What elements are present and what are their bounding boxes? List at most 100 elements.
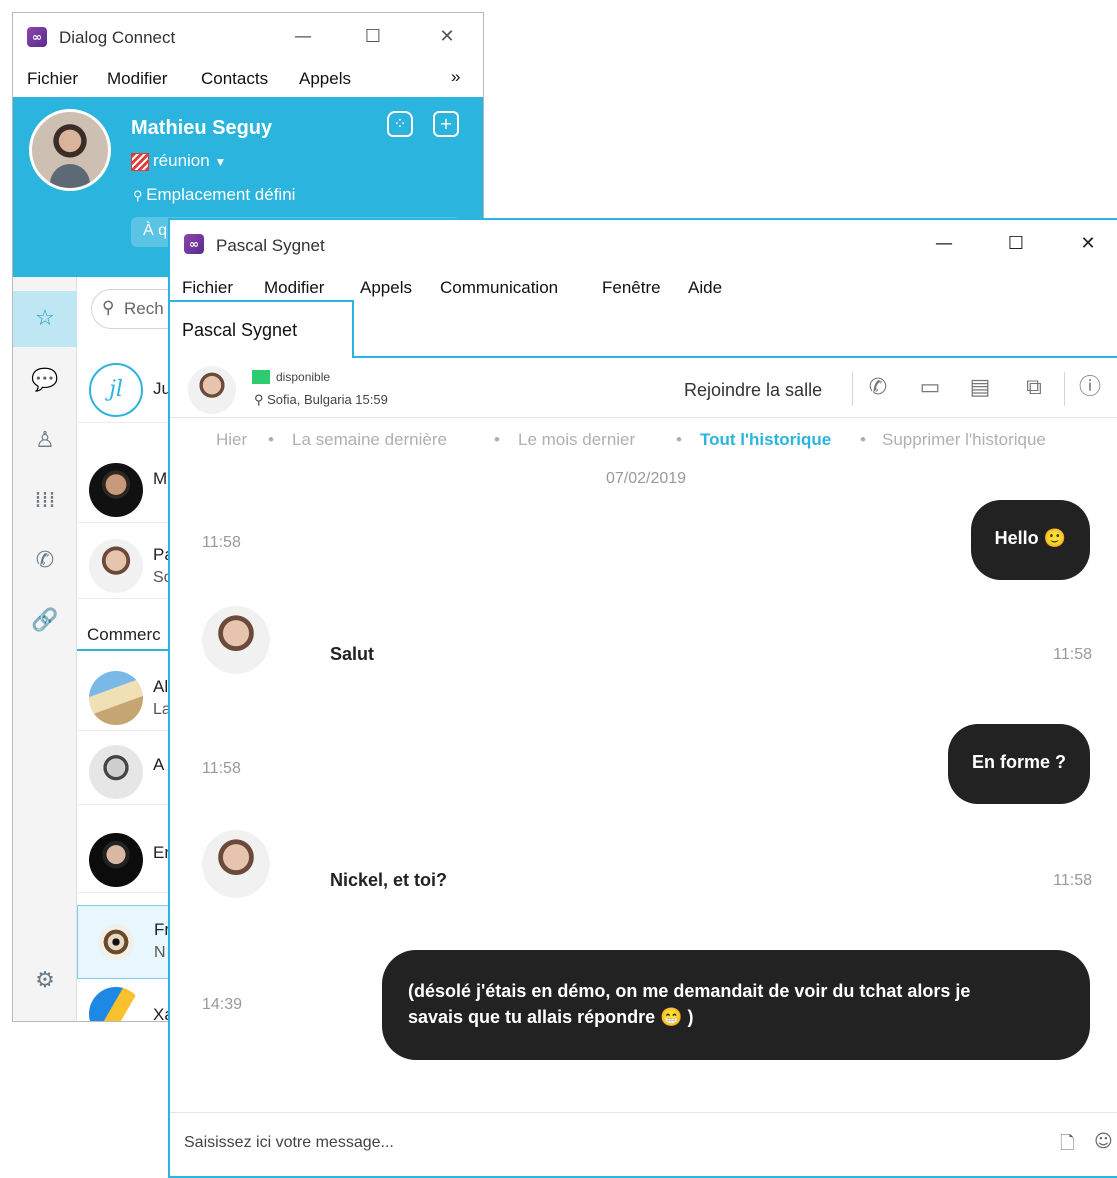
dialpad-panel-icon[interactable]: ▤	[966, 374, 994, 402]
group-label[interactable]: Commerc	[87, 625, 161, 645]
contacts-person-icon[interactable]: ♙	[13, 413, 77, 469]
attach-file-icon[interactable]: 🗋	[1060, 1131, 1074, 1161]
location-pin-icon: ⚲	[133, 188, 147, 203]
building-icon[interactable]: ⁘	[387, 111, 413, 137]
menu-fichier[interactable]: Fichier	[27, 69, 78, 89]
message-line: (désolé j'étais en démo, on me demandait…	[408, 981, 971, 1001]
header-divider	[1064, 372, 1065, 406]
message-time: 11:58	[1053, 646, 1092, 663]
filter-separator: •	[268, 430, 274, 449]
incoming-message[interactable]: Salut	[330, 644, 374, 665]
message-time: 14:39	[202, 996, 243, 1013]
contact-avatar	[89, 539, 143, 593]
status-label: réunion	[153, 151, 210, 170]
sidebar-rail: ☆ 💬 ♙ ⁞⁞⁞ ✆ 🔗 ⚙	[13, 277, 77, 1021]
call-history-icon[interactable]: ✆	[13, 533, 77, 589]
join-room-button[interactable]: Rejoindre la salle	[684, 380, 822, 401]
contact-location-label: Sofia, Bulgaria 15:59	[267, 392, 388, 407]
location-pin-icon: ⚲	[254, 392, 268, 407]
outgoing-message-bubble[interactable]: (désolé j'étais en démo, on me demandait…	[382, 950, 1090, 1060]
minimize-icon[interactable]: —	[291, 27, 315, 47]
close-icon[interactable]: ✕	[435, 27, 459, 47]
menu-contacts[interactable]: Contacts	[201, 69, 268, 89]
header-divider	[852, 372, 853, 406]
message-time: 11:58	[202, 760, 241, 777]
filter-separator: •	[860, 430, 866, 449]
message-line: savais que tu allais répondre 😁 )	[408, 1007, 694, 1027]
filter-tout-historique[interactable]: Tout l'historique	[700, 430, 831, 450]
filter-separator: •	[494, 430, 500, 449]
chat-window-title: Pascal Sygnet	[216, 236, 325, 255]
available-status-icon	[252, 370, 270, 384]
user-avatar[interactable]	[29, 109, 111, 191]
message-time: 11:58	[1053, 872, 1092, 889]
close-icon[interactable]: ✕	[1076, 234, 1100, 254]
contact-initials-avatar: jl	[89, 363, 143, 417]
link-icon[interactable]: 🔗	[13, 593, 77, 649]
minimize-icon[interactable]: —	[932, 234, 956, 254]
message-input[interactable]	[184, 1123, 1044, 1163]
contact-avatar	[89, 671, 143, 725]
location-label: Emplacement défini	[146, 185, 296, 204]
menu-modifier[interactable]: Modifier	[264, 278, 324, 298]
maximize-icon[interactable]: ☐	[1004, 234, 1028, 254]
filter-hier[interactable]: Hier	[216, 430, 247, 450]
message-composer: 🗋 ☺	[170, 1112, 1117, 1176]
emoji-icon[interactable]: ☺	[1094, 1131, 1113, 1152]
menu-appels[interactable]: Appels	[299, 69, 351, 89]
phone-icon[interactable]: ✆	[864, 374, 892, 402]
user-name: Mathieu Seguy	[131, 117, 273, 139]
menu-appels[interactable]: Appels	[360, 278, 412, 298]
main-window-titlebar: ∞ Dialog Connect — ☐ ✕	[13, 13, 483, 61]
contact-avatar	[98, 924, 134, 960]
tab-pascal-sygnet[interactable]: Pascal Sygnet	[170, 300, 354, 358]
date-separator: 07/02/2019	[605, 470, 687, 487]
conversation-header: disponible ⚲ Sofia, Bulgaria 15:59 Rejoi…	[170, 358, 1117, 418]
contact-subtitle: N	[154, 944, 166, 961]
menu-fenetre[interactable]: Fenêtre	[602, 278, 661, 298]
menu-fichier[interactable]: Fichier	[182, 278, 233, 298]
favorites-star-icon[interactable]: ☆	[13, 291, 77, 347]
info-icon[interactable]: ⓘ	[1076, 374, 1104, 402]
status-dropdown[interactable]: réunion ▼	[153, 151, 226, 171]
menu-communication[interactable]: Communication	[440, 278, 558, 298]
contact-name: Al	[153, 677, 169, 696]
contact-avatar	[89, 463, 143, 517]
settings-gear-icon[interactable]: ⚙	[13, 953, 77, 1009]
contact-avatar[interactable]	[188, 366, 236, 414]
video-camera-icon[interactable]: ▭	[916, 374, 944, 402]
search-icon: ⚲	[102, 298, 115, 318]
location-field[interactable]: ⚲ Emplacement défini	[133, 185, 295, 205]
menu-aide[interactable]: Aide	[688, 278, 722, 298]
incoming-message[interactable]: Nickel, et toi?	[330, 870, 447, 891]
outgoing-message-bubble[interactable]: Hello 🙂	[970, 500, 1090, 580]
main-window-title: Dialog Connect	[59, 28, 176, 47]
contact-avatar	[89, 833, 143, 887]
conversation-tab-strip: Pascal Sygnet	[170, 300, 1117, 358]
screen-share-icon[interactable]: ⧉	[1020, 374, 1048, 402]
search-placeholder: Rech	[124, 299, 164, 318]
add-icon[interactable]: +	[433, 111, 459, 137]
chat-window: ∞ Pascal Sygnet — ☐ ✕ Fichier Modifier A…	[168, 218, 1117, 1178]
contact-location: ⚲ Sofia, Bulgaria 15:59	[254, 392, 388, 408]
maximize-icon[interactable]: ☐	[361, 27, 385, 47]
contact-name: M	[153, 469, 168, 488]
sender-avatar	[202, 830, 270, 898]
filter-semaine[interactable]: La semaine dernière	[292, 430, 447, 450]
filter-supprimer[interactable]: Supprimer l'historique	[882, 430, 1046, 450]
busy-status-icon	[131, 153, 149, 171]
infinity-logo-icon: ∞	[27, 27, 47, 47]
history-filters: Hier • La semaine dernière • Le mois der…	[170, 430, 1117, 458]
chat-icon[interactable]: 💬	[13, 353, 77, 409]
filter-mois[interactable]: Le mois dernier	[518, 430, 635, 450]
contact-avatar	[89, 987, 143, 1021]
menu-modifier[interactable]: Modifier	[107, 69, 167, 89]
contact-name: A	[153, 755, 165, 774]
chevron-down-icon: ▼	[214, 155, 227, 169]
outgoing-message-bubble[interactable]: En forme ?	[947, 724, 1090, 804]
dialpad-icon[interactable]: ⁞⁞⁞	[13, 473, 77, 529]
menu-overflow-icon[interactable]: »	[451, 67, 460, 87]
filter-separator: •	[676, 430, 682, 449]
contact-avatar	[89, 745, 143, 799]
infinity-logo-icon: ∞	[184, 234, 204, 254]
